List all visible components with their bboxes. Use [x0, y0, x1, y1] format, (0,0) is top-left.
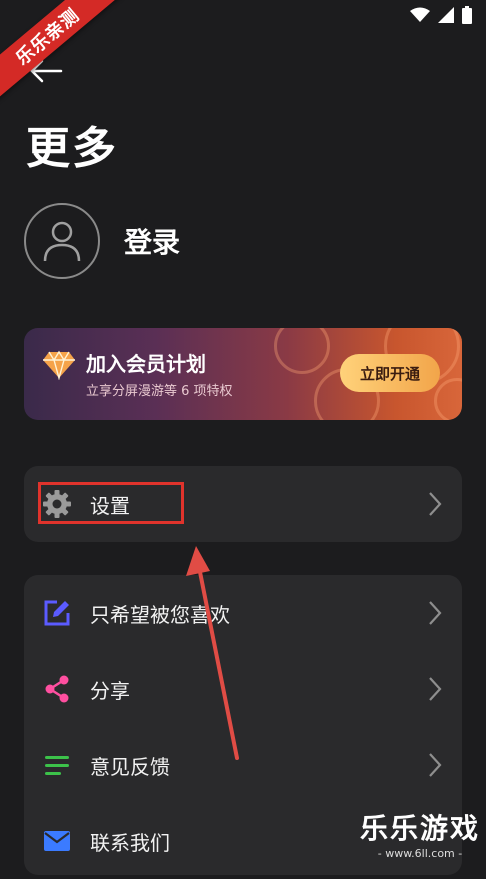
share-icon	[42, 674, 72, 704]
decor-circle	[434, 378, 462, 420]
signal-icon	[438, 7, 454, 23]
menu-item-label: 只希望被您喜欢	[90, 602, 230, 627]
vip-subtitle: 立享分屏漫游等 6 项特权	[86, 384, 233, 399]
vip-title: 加入会员计划	[86, 352, 206, 376]
menu-item-share[interactable]: 分享	[24, 651, 462, 727]
settings-item[interactable]: 设置	[24, 466, 462, 542]
login-entry[interactable]: 登录	[24, 203, 180, 279]
wifi-icon	[410, 7, 430, 22]
watermark-corner: 乐乐游戏 - www.6ll.com -	[360, 807, 480, 860]
subscribe-button[interactable]: 立即开通	[340, 354, 440, 392]
menu-item-label: 分享	[90, 678, 130, 703]
chevron-right-icon	[429, 677, 442, 701]
avatar	[24, 203, 100, 279]
menu-item-label: 联系我们	[90, 830, 170, 855]
chevron-right-icon	[429, 753, 442, 777]
menu-item-label: 意见反馈	[90, 754, 170, 779]
vip-banner[interactable]: 加入会员计划 立享分屏漫游等 6 项特权 立即开通	[24, 328, 462, 420]
diamond-icon	[42, 350, 76, 384]
mail-icon	[42, 826, 72, 856]
status-icons	[410, 6, 472, 24]
feedback-icon	[42, 750, 72, 780]
menu-item-feedback[interactable]: 意见反馈	[24, 727, 462, 803]
settings-card: 设置	[24, 466, 462, 542]
login-label: 登录	[124, 226, 181, 259]
chevron-right-icon	[429, 492, 442, 516]
watermark-url: - www.6ll.com -	[377, 847, 463, 860]
user-icon	[43, 221, 81, 262]
decor-circle	[274, 328, 330, 374]
watermark-title: 乐乐游戏	[359, 812, 480, 845]
battery-icon	[462, 6, 472, 24]
edit-icon	[42, 598, 72, 628]
settings-label: 设置	[90, 493, 130, 518]
chevron-right-icon	[429, 601, 442, 625]
menu-item-rate[interactable]: 只希望被您喜欢	[24, 575, 462, 651]
gear-icon	[42, 489, 72, 519]
page-title: 更多	[26, 123, 118, 174]
